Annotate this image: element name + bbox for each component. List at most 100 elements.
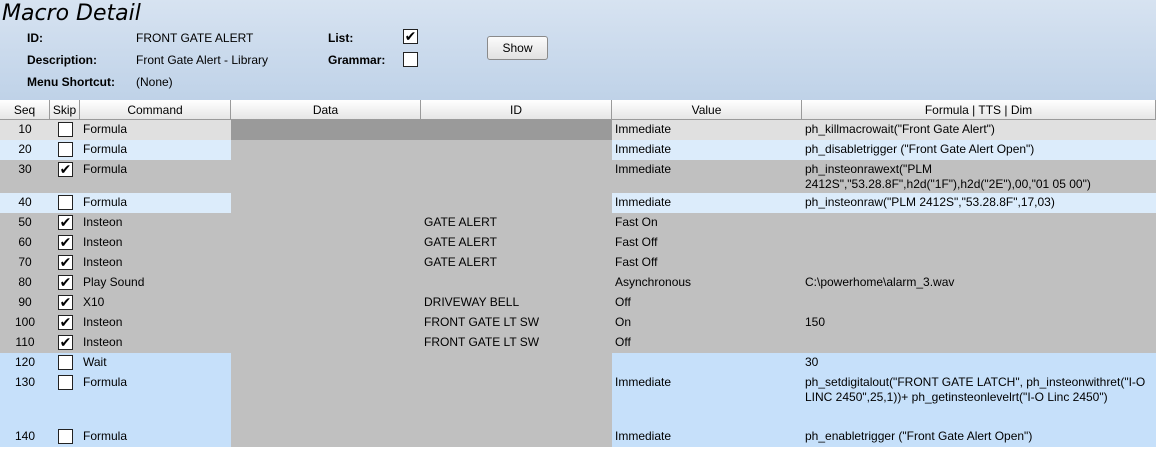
skip-checkbox[interactable] [58,429,73,444]
skip-checkbox[interactable]: ✔ [58,335,73,350]
command-cell[interactable]: Formula [80,193,231,213]
formula-cell[interactable]: C:\powerhome\alarm_3.wav [802,273,1156,293]
value-cell[interactable]: Fast On [612,213,802,233]
id-cell[interactable] [421,273,612,293]
value-cell[interactable]: Off [612,293,802,313]
data-cell[interactable] [231,427,421,447]
id-cell[interactable]: GATE ALERT [421,253,612,273]
command-cell[interactable]: Insteon [80,313,231,333]
value-cell[interactable]: Fast Off [612,233,802,253]
data-cell[interactable] [231,353,421,373]
seq-cell[interactable]: 110 [0,333,50,353]
column-header-command[interactable]: Command [80,100,231,120]
column-header-seq[interactable]: Seq [0,100,50,120]
seq-cell[interactable]: 90 [0,293,50,313]
skip-checkbox[interactable] [58,122,73,137]
id-value[interactable]: FRONT GATE ALERT [136,31,253,45]
column-header-formula[interactable]: Formula | TTS | Dim [802,100,1156,120]
skip-checkbox[interactable] [58,355,73,370]
skip-cell[interactable] [50,427,80,447]
skip-checkbox[interactable]: ✔ [58,255,73,270]
seq-cell[interactable]: 10 [0,120,50,140]
data-cell[interactable] [231,373,421,427]
formula-cell[interactable] [802,333,1156,353]
table-row[interactable]: 90 ✔ X10 DRIVEWAY BELL Off [0,293,1156,313]
formula-cell[interactable]: 30 [802,353,1156,373]
id-cell[interactable]: FRONT GATE LT SW [421,313,612,333]
formula-cell[interactable]: ph_insteonrawext("PLM 2412S","53.28.8F",… [802,160,1156,193]
skip-cell[interactable] [50,193,80,213]
data-cell[interactable] [231,313,421,333]
id-cell[interactable]: DRIVEWAY BELL [421,293,612,313]
command-cell[interactable]: Insteon [80,213,231,233]
formula-cell[interactable]: ph_enabletrigger ("Front Gate Alert Open… [802,427,1156,447]
menu-shortcut-value[interactable]: (None) [136,75,173,89]
data-cell[interactable] [231,120,421,140]
skip-checkbox[interactable]: ✔ [58,295,73,310]
column-header-data[interactable]: Data [231,100,421,120]
id-cell[interactable]: FRONT GATE LT SW [421,333,612,353]
seq-cell[interactable]: 40 [0,193,50,213]
table-row[interactable]: 60 ✔ Insteon GATE ALERT Fast Off [0,233,1156,253]
skip-cell[interactable]: ✔ [50,233,80,253]
column-header-skip[interactable]: Skip [50,100,80,120]
formula-cell[interactable]: 150 [802,313,1156,333]
skip-checkbox[interactable]: ✔ [58,235,73,250]
formula-cell[interactable] [802,213,1156,233]
seq-cell[interactable]: 30 [0,160,50,193]
data-cell[interactable] [231,233,421,253]
table-row[interactable]: 130 Formula Immediate ph_setdigitalout("FRO… [0,373,1156,427]
command-cell[interactable]: Insteon [80,333,231,353]
seq-cell[interactable]: 70 [0,253,50,273]
list-checkbox[interactable]: ✔ [403,29,418,44]
seq-cell[interactable]: 60 [0,233,50,253]
skip-checkbox[interactable]: ✔ [58,215,73,230]
table-row[interactable]: 110 ✔ Insteon FRONT GATE LT SW Off [0,333,1156,353]
skip-checkbox[interactable] [58,195,73,210]
value-cell[interactable]: Fast Off [612,253,802,273]
value-cell[interactable]: Immediate [612,160,802,193]
id-cell[interactable] [421,373,612,427]
description-value[interactable]: Front Gate Alert - Library [136,53,268,67]
id-cell[interactable] [421,120,612,140]
skip-cell[interactable]: ✔ [50,313,80,333]
column-header-id[interactable]: ID [421,100,612,120]
skip-cell[interactable] [50,353,80,373]
table-row[interactable]: 30 ✔ Formula Immediate ph_insteonrawext("PLM… [0,160,1156,193]
data-cell[interactable] [231,213,421,233]
formula-cell[interactable] [802,233,1156,253]
formula-cell[interactable] [802,293,1156,313]
command-cell[interactable]: Formula [80,120,231,140]
command-cell[interactable]: X10 [80,293,231,313]
id-cell[interactable] [421,353,612,373]
skip-cell[interactable]: ✔ [50,253,80,273]
command-cell[interactable]: Insteon [80,253,231,273]
value-cell[interactable] [612,353,802,373]
command-cell[interactable]: Formula [80,160,231,193]
skip-cell[interactable]: ✔ [50,293,80,313]
seq-cell[interactable]: 120 [0,353,50,373]
seq-cell[interactable]: 20 [0,140,50,160]
command-cell[interactable]: Insteon [80,233,231,253]
table-row[interactable]: 120 Wait 30 [0,353,1156,373]
value-cell[interactable]: Off [612,333,802,353]
command-cell[interactable]: Formula [80,140,231,160]
value-cell[interactable]: Immediate [612,427,802,447]
value-cell[interactable]: Immediate [612,140,802,160]
table-row[interactable]: 40 Formula Immediate ph_insteonraw("PLM 241… [0,193,1156,213]
value-cell[interactable]: Immediate [612,120,802,140]
table-row[interactable]: 10 Formula Immediate ph_killmacrowait("Fron… [0,120,1156,140]
value-cell[interactable]: Asynchronous [612,273,802,293]
command-cell[interactable]: Formula [80,373,231,427]
data-cell[interactable] [231,253,421,273]
data-cell[interactable] [231,333,421,353]
formula-cell[interactable]: ph_insteonraw("PLM 2412S","53.28.8F",17,… [802,193,1156,213]
seq-cell[interactable]: 80 [0,273,50,293]
skip-cell[interactable] [50,373,80,427]
data-cell[interactable] [231,140,421,160]
formula-cell[interactable]: ph_killmacrowait("Front Gate Alert") [802,120,1156,140]
data-cell[interactable] [231,273,421,293]
id-cell[interactable] [421,140,612,160]
skip-cell[interactable]: ✔ [50,273,80,293]
skip-cell[interactable]: ✔ [50,213,80,233]
